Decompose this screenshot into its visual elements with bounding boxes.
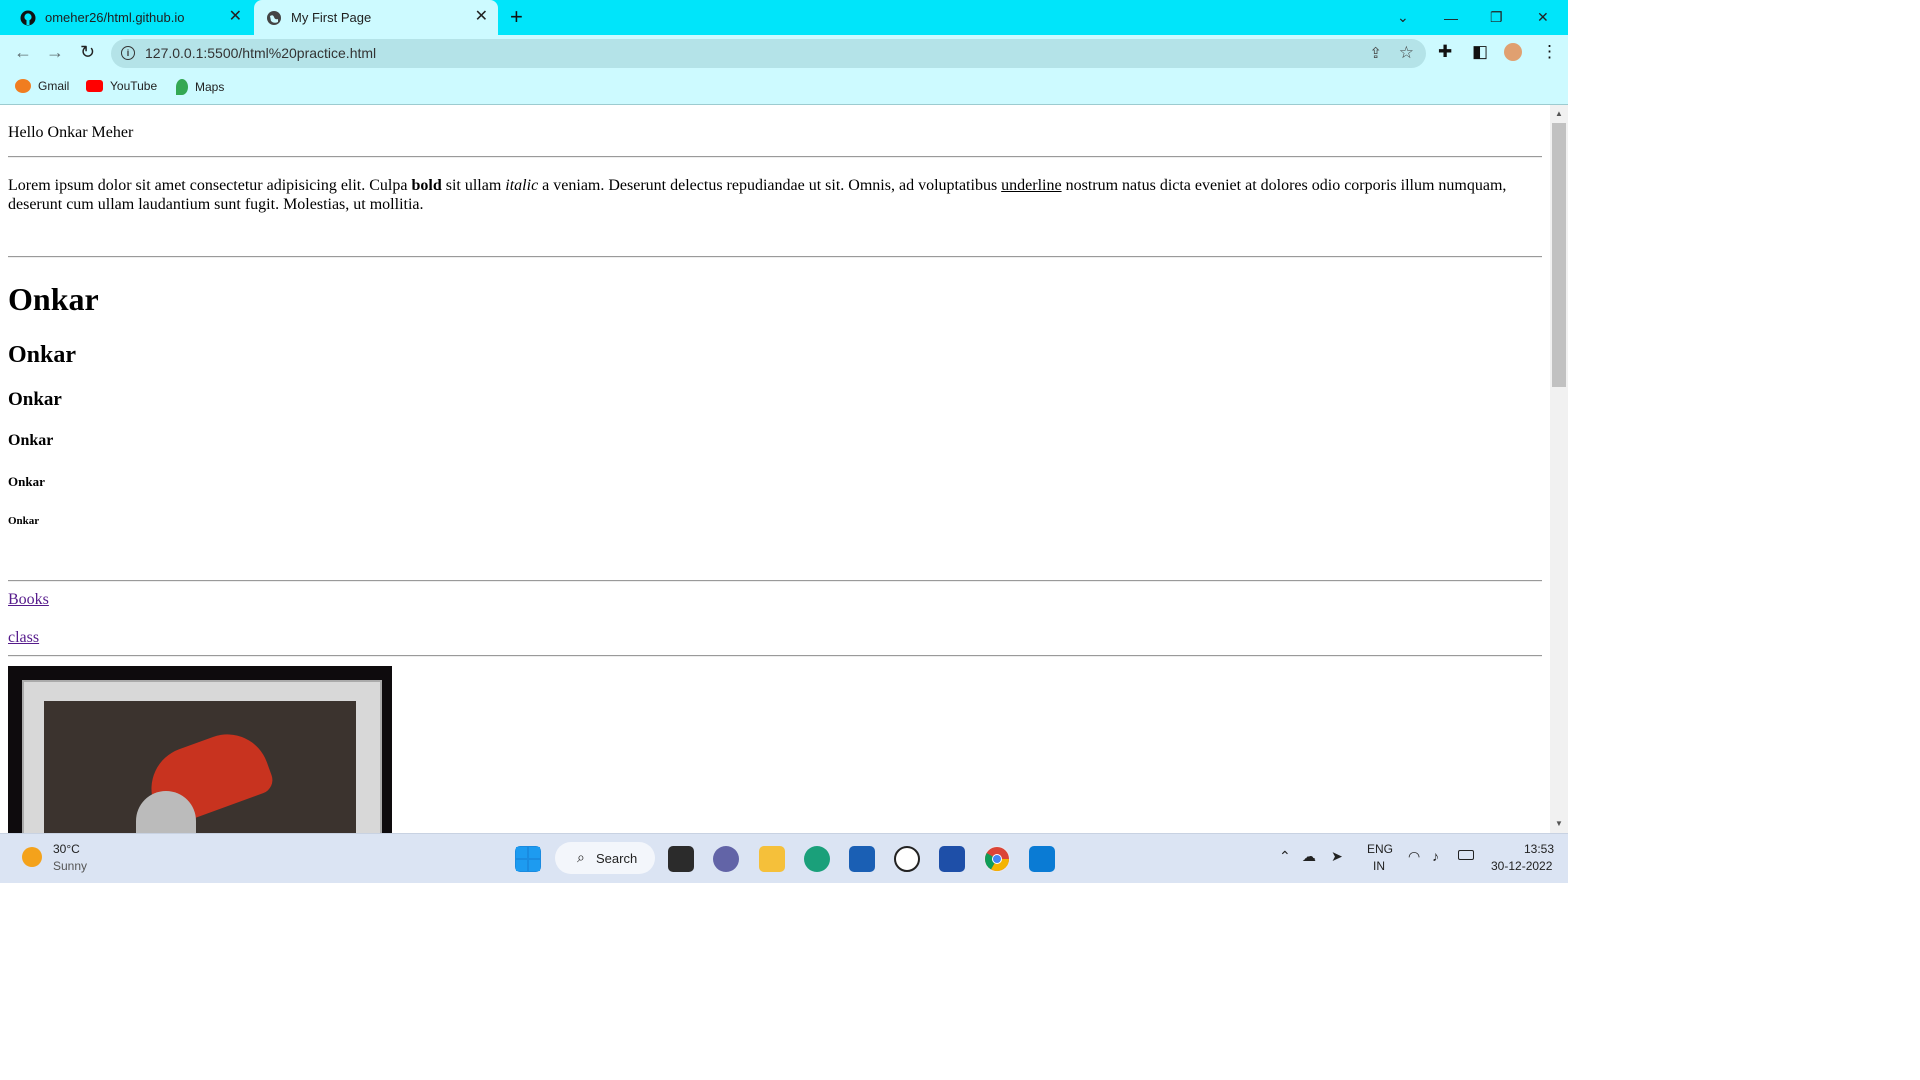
windows-taskbar: 30°C Sunny ⌕ Search ⌃ ☁ ➤ ENG IN ◠ ♪ 13:… [0,833,1568,883]
taskbar-search[interactable]: ⌕ Search [555,842,655,874]
tab-github[interactable]: omeher26/html.github.io ✕ [8,0,252,35]
bookmark-label: YouTube [110,79,158,93]
lorem-paragraph: Lorem ipsum dolor sit amet consectetur a… [8,177,1507,213]
tab-strip: omeher26/html.github.io ✕ My First Page … [0,0,1568,35]
framed-portrait-image [8,666,392,833]
bookmark-maps[interactable]: Maps [176,79,224,95]
dell-icon[interactable] [894,846,920,872]
heading-h6: Onkar [8,515,40,527]
tab-search-chevron-icon[interactable]: ⌄ [1397,0,1409,35]
weather-desc[interactable]: Sunny [53,859,87,873]
scroll-up-icon[interactable]: ▲ [1555,109,1563,118]
greeting-text: Hello Onkar Meher [8,124,134,141]
heading-h1: Onkar [8,281,99,317]
bookmark-label: Maps [195,80,225,94]
support-app-icon[interactable] [939,846,965,872]
volume-icon[interactable]: ♪ [1432,848,1439,864]
heading-h3: Onkar [8,389,62,410]
extensions-icon[interactable]: ✚ [1438,43,1452,61]
link-class[interactable]: class [8,629,39,646]
battery-icon[interactable] [1458,850,1474,860]
menu-icon[interactable]: ⋮ [1541,43,1558,61]
tab-title: My First Page [291,10,372,25]
scrollbar-thumb[interactable] [1552,123,1566,387]
underline-text: underline [1001,177,1062,194]
clock-time[interactable]: 13:53 [1524,842,1554,856]
bookmark-label: Gmail [38,79,70,93]
onedrive-icon[interactable]: ☁ [1302,848,1316,865]
bold-text: bold [411,177,442,194]
youtube-icon [86,80,103,92]
chevron-up-icon[interactable]: ⌃ [1279,848,1291,865]
edge-icon[interactable] [804,846,830,872]
search-label: Search [596,851,638,866]
gmail-icon [15,79,31,93]
divider [8,580,1542,582]
tab-title: omeher26/html.github.io [45,10,185,25]
share-icon[interactable]: ⇪ [1369,44,1382,62]
close-tab-icon[interactable]: ✕ [475,9,488,25]
browser-toolbar: ← → ↻ i 127.0.0.1:5500/html%20practice.h… [0,35,1568,71]
bookmark-youtube[interactable]: YouTube [86,79,157,93]
location-icon[interactable]: ➤ [1331,848,1343,865]
bookmark-gmail[interactable]: Gmail [15,79,69,93]
divider [8,156,1542,158]
forward-icon[interactable]: → [46,43,64,61]
store-icon[interactable] [849,846,875,872]
start-icon[interactable] [515,846,541,872]
browser-chrome: omeher26/html.github.io ✕ My First Page … [0,0,1568,105]
url-text: 127.0.0.1:5500/html%20practice.html [145,45,377,61]
close-window-icon[interactable]: ✕ [1537,0,1549,35]
restore-icon[interactable]: ❐ [1490,0,1503,35]
language-region[interactable]: IN [1373,859,1385,873]
divider [8,655,1542,657]
close-tab-icon[interactable]: ✕ [229,9,242,25]
italic-text: italic [505,177,539,194]
chrome-icon[interactable] [984,846,1010,872]
page-scrollbar[interactable]: ▲ ▼ [1550,105,1568,833]
new-tab-icon[interactable]: + [510,6,523,28]
profile-avatar[interactable] [1504,43,1522,61]
teams-chat-icon[interactable] [713,846,739,872]
address-bar[interactable]: i 127.0.0.1:5500/html%20practice.html ⇪ … [111,39,1426,68]
file-explorer-icon[interactable] [759,846,785,872]
wifi-icon[interactable]: ◠ [1408,848,1420,865]
divider [8,256,1542,258]
weather-temp[interactable]: 30°C [53,842,80,856]
heading-h4: Onkar [8,432,54,449]
maps-icon [176,79,188,95]
tab-my-first-page[interactable]: My First Page ✕ [254,0,498,35]
task-view-icon[interactable] [668,846,694,872]
bookmarks-bar: Gmail YouTube Maps [0,71,1568,105]
heading-h2: Onkar [8,342,77,368]
heading-h5: Onkar [8,474,45,489]
globe-icon [266,10,282,26]
vscode-icon[interactable] [1029,846,1055,872]
link-books[interactable]: Books [8,591,49,608]
language-code[interactable]: ENG [1367,842,1393,856]
back-icon[interactable]: ← [14,43,32,61]
scroll-down-icon[interactable]: ▼ [1555,819,1563,828]
sun-icon[interactable] [22,847,42,867]
github-icon [20,10,36,26]
page-content: Hello Onkar Meher Lorem ipsum dolor sit … [0,105,1550,833]
search-icon: ⌕ [577,849,585,865]
site-info-icon[interactable]: i [121,46,135,60]
minimize-icon[interactable]: — [1444,0,1458,35]
bookmark-star-icon[interactable]: ☆ [1399,43,1414,63]
reload-icon[interactable]: ↻ [80,43,95,61]
clock-date[interactable]: 30-12-2022 [1491,859,1552,873]
side-panel-icon[interactable]: ◧ [1472,43,1488,61]
